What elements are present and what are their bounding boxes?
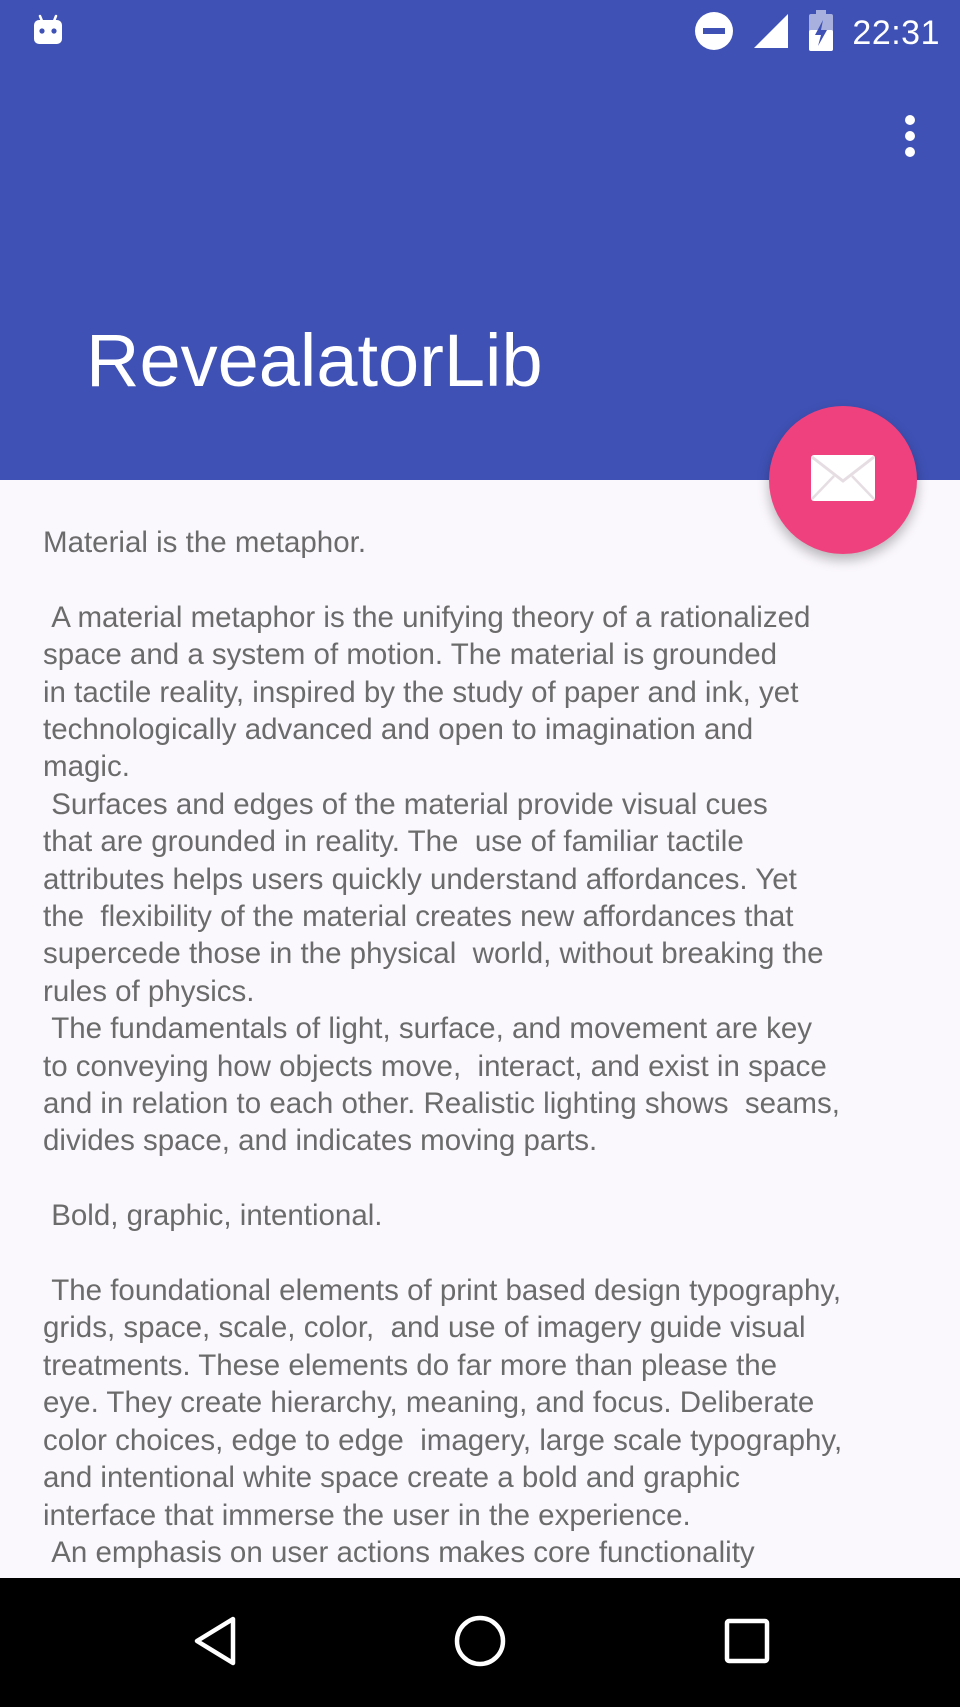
cell-signal-icon bbox=[752, 12, 790, 55]
content-scroll[interactable]: Material is the metaphor. A material met… bbox=[43, 524, 923, 1578]
text-line: space and a system of motion. The materi… bbox=[43, 638, 778, 672]
text-line: rules of physics. bbox=[43, 974, 255, 1008]
text-line: attributes helps users quickly understan… bbox=[43, 862, 797, 896]
text-line: and intentional white space create a bol… bbox=[43, 1461, 741, 1495]
text-line: The fundamentals of light, surface, and … bbox=[43, 1012, 813, 1046]
text-line bbox=[43, 561, 923, 598]
text-line: Bold, graphic, intentional. bbox=[43, 1199, 383, 1233]
text-line: color choices, edge to edge imagery, lar… bbox=[43, 1423, 843, 1457]
body-text: Material is the metaphor. A material met… bbox=[43, 524, 923, 1571]
text-line: and in relation to each other. Realistic… bbox=[43, 1087, 840, 1121]
text-line: A material metaphor is the unifying theo… bbox=[43, 600, 811, 634]
text-line: Surfaces and edges of the material provi… bbox=[43, 787, 768, 821]
app-title: RevealatorLib bbox=[86, 319, 543, 402]
overflow-menu-button[interactable] bbox=[890, 110, 930, 166]
status-time: 22:31 bbox=[852, 13, 940, 52]
screen: 22:31 RevealatorLib Material is the meta… bbox=[0, 0, 960, 1707]
battery-charging-icon bbox=[808, 9, 834, 57]
text-line: treatments. These elements do far more t… bbox=[43, 1348, 778, 1382]
recents-icon bbox=[723, 1617, 771, 1670]
home-button[interactable] bbox=[445, 1608, 515, 1678]
do-not-disturb-icon bbox=[694, 11, 734, 56]
text-line: The foundational elements of print based… bbox=[43, 1274, 842, 1308]
text-line: divides space, and indicates moving part… bbox=[43, 1124, 598, 1158]
back-button[interactable] bbox=[180, 1608, 250, 1678]
status-bar: 22:31 bbox=[0, 0, 960, 66]
mail-fab-button[interactable] bbox=[769, 406, 917, 554]
status-icons: 22:31 bbox=[694, 9, 940, 57]
text-line: that are grounded in reality. The use of… bbox=[43, 825, 744, 859]
text-line: supercede those in the physical world, w… bbox=[43, 937, 824, 971]
text-line: interface that immerse the user in the e… bbox=[43, 1498, 691, 1532]
recents-button[interactable] bbox=[712, 1608, 782, 1678]
text-line: to conveying how objects move, interact,… bbox=[43, 1049, 827, 1083]
navigation-bar bbox=[0, 1578, 960, 1707]
text-line: technologically advanced and open to ima… bbox=[43, 713, 754, 747]
text-line: the flexibility of the material creates … bbox=[43, 900, 794, 934]
more-vert-icon bbox=[903, 114, 917, 163]
home-icon bbox=[453, 1614, 507, 1673]
text-line: grids, space, scale, color, and use of i… bbox=[43, 1311, 806, 1345]
text-line: eye. They create hierarchy, meaning, and… bbox=[43, 1386, 815, 1420]
text-line: in tactile reality, inspired by the stud… bbox=[43, 675, 799, 709]
mail-icon bbox=[810, 454, 876, 507]
android-icon bbox=[32, 14, 64, 46]
text-line bbox=[43, 1160, 923, 1197]
back-icon bbox=[191, 1615, 239, 1672]
text-line bbox=[43, 1235, 923, 1272]
text-line: magic. bbox=[43, 750, 130, 784]
text-line: An emphasis on user actions makes core f… bbox=[43, 1535, 755, 1569]
